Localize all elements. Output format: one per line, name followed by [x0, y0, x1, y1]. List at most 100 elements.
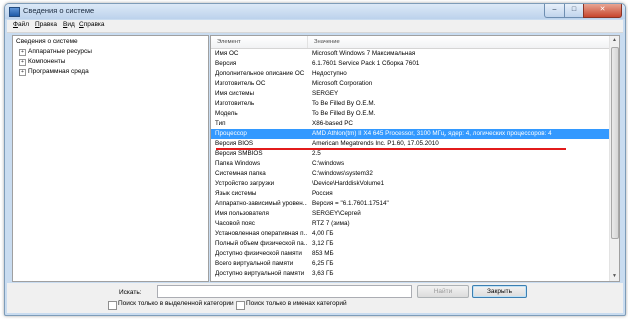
row-item-value: To Be Filled By O.E.M.: [312, 110, 376, 117]
table-row[interactable]: Системная папка C:\windows\system32: [211, 169, 609, 179]
system-info-window: Сведения о системе – □ ✕ Файл Правка Вид…: [4, 3, 626, 316]
checkbox-category-names-label: Поиск только в именах категорий: [246, 300, 347, 307]
row-item-name: Дополнительное описание ОС: [215, 70, 305, 77]
expand-icon[interactable]: +: [19, 59, 26, 66]
row-item-name: Установленная оперативная п...: [215, 230, 307, 237]
menu-bar: Файл Правка Вид Справка: [7, 20, 623, 33]
table-row[interactable]: Полный объем физической па... 3,12 ГБ: [211, 239, 609, 249]
row-item-value: AMD Athlon(tm) II X4 645 Processor, 3100…: [312, 130, 552, 137]
menu-edit[interactable]: Правка: [35, 21, 57, 28]
table-row[interactable]: Папка Windows C:\windows: [211, 159, 609, 169]
vertical-scrollbar[interactable]: ▲ ▼: [609, 36, 619, 281]
row-item-value: 3,12 ГБ: [312, 240, 334, 247]
app-icon: [9, 7, 20, 17]
row-item-name: Имя ОС: [215, 50, 239, 57]
row-item-value: 853 МБ: [312, 250, 334, 257]
table-row[interactable]: Установленная оперативная п... 4,00 ГБ: [211, 229, 609, 239]
scroll-thumb[interactable]: [611, 47, 619, 239]
table-row[interactable]: Имя пользователя SERGEY\Сергей: [211, 209, 609, 219]
row-item-name: Модель: [215, 110, 238, 117]
row-item-value: Microsoft Windows 7 Максимальная: [312, 50, 416, 57]
row-item-value: 3,63 ГБ: [312, 270, 334, 277]
title-bar[interactable]: Сведения о системе – □ ✕: [5, 4, 625, 19]
row-item-name: Изготовитель ОС: [215, 80, 266, 87]
row-item-name: Изготовитель: [215, 100, 255, 107]
menu-help[interactable]: Справка: [79, 21, 105, 28]
table-row[interactable]: Доступно виртуальной памяти 3,63 ГБ: [211, 269, 609, 279]
search-label: Искать:: [119, 289, 142, 296]
table-row[interactable]: Язык системы Россия: [211, 189, 609, 199]
row-item-name: Полный объем физической па...: [215, 240, 307, 247]
close-window-button[interactable]: ✕: [583, 4, 622, 18]
column-header-value[interactable]: Значение: [314, 39, 340, 45]
menu-file[interactable]: Файл: [13, 21, 29, 28]
row-item-name: Версия SMBIOS: [215, 150, 263, 157]
list-rows: Имя ОС Microsoft Windows 7 Максимальная Ве…: [211, 49, 609, 279]
row-item-name: Доступно физической памяти: [215, 250, 302, 257]
row-item-value: Россия: [312, 190, 333, 197]
row-item-value: C:\windows\system32: [312, 170, 373, 177]
row-item-name: Аппаратно-зависимый уровен...: [215, 200, 307, 207]
table-row[interactable]: Модель To Be Filled By O.E.M.: [211, 109, 609, 119]
row-item-name: Имя пользователя: [215, 210, 269, 217]
row-item-name: Часовой пояс: [215, 220, 255, 227]
table-row[interactable]: Имя системы SERGEY: [211, 89, 609, 99]
row-item-name: Папка Windows: [215, 160, 261, 167]
row-item-value: 6,25 ГБ: [312, 260, 334, 267]
table-row[interactable]: Устройство загрузки \Device\HarddiskVolum…: [211, 179, 609, 189]
checkbox-category-names[interactable]: [236, 301, 245, 310]
column-header-item[interactable]: Элемент: [217, 39, 241, 45]
details-list[interactable]: Элемент Значение Имя ОС Microsoft Windows…: [210, 35, 620, 282]
row-item-name: Всего виртуальной памяти: [215, 260, 294, 267]
expand-icon[interactable]: +: [19, 49, 26, 56]
row-item-value: 4,00 ГБ: [312, 230, 334, 237]
scroll-down-icon[interactable]: ▼: [611, 272, 618, 281]
checkbox-selected-category[interactable]: [108, 301, 117, 310]
row-item-value: Версия = "6.1.7601.17514": [312, 200, 389, 207]
category-tree[interactable]: Сведения о системе + Аппаратные ресурсы …: [12, 35, 209, 282]
search-input[interactable]: [157, 285, 412, 298]
table-row[interactable]: Имя ОС Microsoft Windows 7 Максимальная: [211, 49, 609, 59]
row-item-name: Доступно виртуальной памяти: [215, 270, 305, 277]
row-item-value: SERGEY: [312, 90, 339, 97]
checkbox-selected-category-label: Поиск только в выделенной категории: [118, 300, 234, 307]
table-row[interactable]: Дополнительное описание ОС Недоступно: [211, 69, 609, 79]
expand-icon[interactable]: +: [19, 69, 26, 76]
row-item-value: C:\windows: [312, 160, 345, 167]
row-item-value: RTZ 7 (зима): [312, 220, 350, 227]
row-item-value: X86-based PC: [312, 120, 353, 127]
row-item-name: Версия: [215, 60, 237, 67]
menu-view[interactable]: Вид: [63, 21, 75, 28]
find-button[interactable]: Найти: [417, 285, 469, 298]
table-row[interactable]: Версия SMBIOS 2.5: [211, 149, 609, 159]
table-row[interactable]: Тип X86-based PC: [211, 119, 609, 129]
table-row[interactable]: Доступно физической памяти 853 МБ: [211, 249, 609, 259]
table-row[interactable]: Аппаратно-зависимый уровен... Версия = "6…: [211, 199, 609, 209]
table-row[interactable]: Изготовитель To Be Filled By O.E.M.: [211, 99, 609, 109]
row-item-name: Тип: [215, 120, 226, 127]
row-item-value: 6.1.7601 Service Pack 1 Сборка 7601: [312, 60, 420, 67]
row-item-name: Процессор: [215, 130, 247, 137]
row-item-value: To Be Filled By O.E.M.: [312, 100, 376, 107]
table-row[interactable]: Версия 6.1.7601 Service Pack 1 Сборка 760…: [211, 59, 609, 69]
row-item-value: Microsoft Corporation: [312, 80, 373, 87]
table-row[interactable]: Всего виртуальной памяти 6,25 ГБ: [211, 259, 609, 269]
tree-root-system-summary[interactable]: Сведения о системе: [16, 38, 78, 45]
row-item-name: Язык системы: [215, 190, 257, 197]
search-panel: Искать: Найти Закрыть Поиск только в выд…: [7, 283, 623, 313]
row-item-name: Устройство загрузки: [215, 180, 275, 187]
minimize-button[interactable]: –: [544, 4, 565, 18]
row-item-name: Имя системы: [215, 90, 254, 97]
table-row[interactable]: Процессор AMD Athlon(tm) II X4 645 Proces…: [211, 129, 609, 139]
maximize-button[interactable]: □: [564, 4, 584, 18]
scroll-up-icon[interactable]: ▲: [611, 36, 618, 45]
close-button[interactable]: Закрыть: [472, 285, 527, 298]
list-header: Элемент Значение: [211, 36, 609, 49]
row-item-value: Недоступно: [312, 70, 347, 77]
row-item-value: SERGEY\Сергей: [312, 210, 361, 217]
column-divider[interactable]: [307, 36, 308, 48]
row-item-value: \Device\HarddiskVolume1: [312, 180, 385, 187]
table-row[interactable]: Часовой пояс RTZ 7 (зима): [211, 219, 609, 229]
row-item-value: 2.5: [312, 150, 321, 157]
table-row[interactable]: Изготовитель ОС Microsoft Corporation: [211, 79, 609, 89]
